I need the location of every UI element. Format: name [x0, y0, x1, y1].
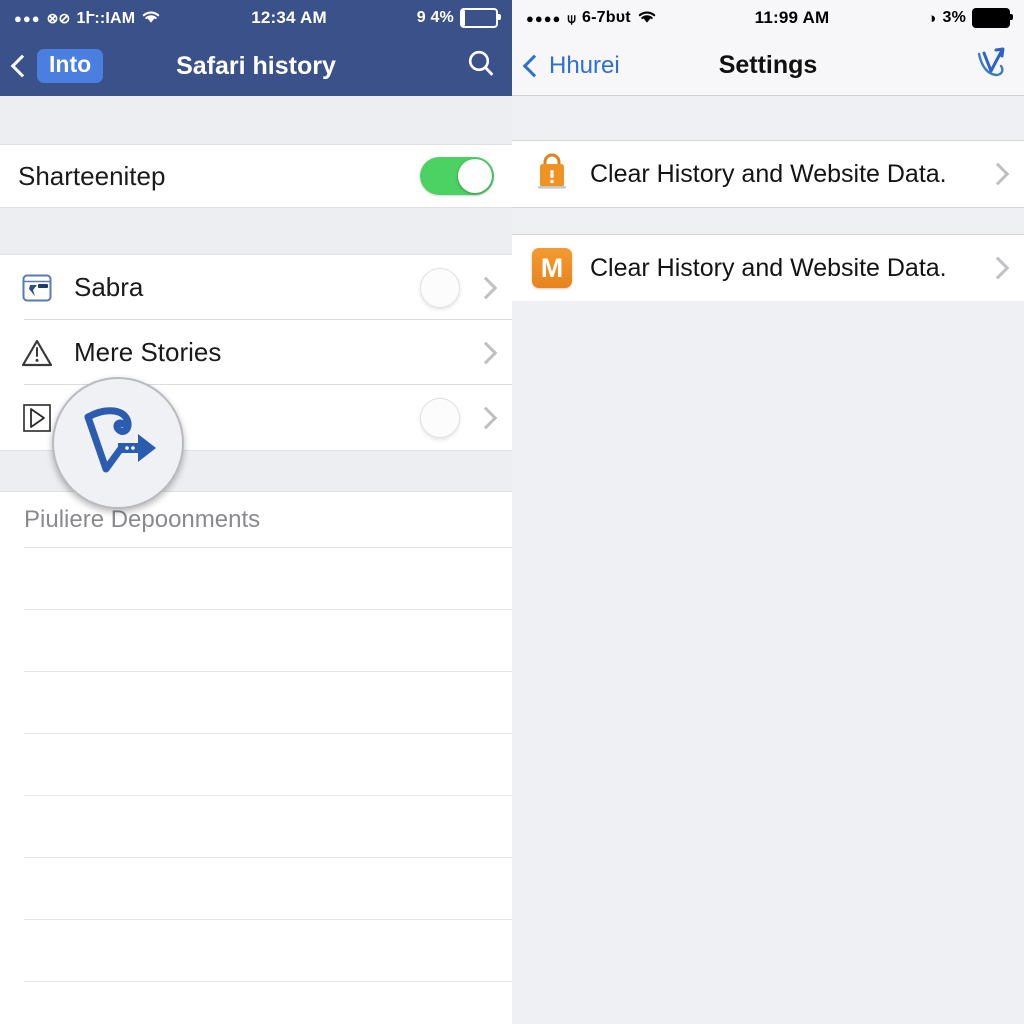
left-nav-bar: Into Safari history [0, 36, 512, 96]
magnifier-bubble-share [52, 377, 184, 509]
alarm-icon: ◑ [927, 9, 937, 27]
left-status-time: 12:34 AM [251, 8, 327, 27]
radio-circle-control[interactable] [420, 267, 460, 308]
carrier-symbol-icon: ⊗⊘ [46, 9, 71, 26]
list-item-label: Clear History and Website Data. [590, 159, 947, 188]
toggle-knob [458, 159, 492, 193]
list-item-accessories [986, 162, 1010, 186]
section-gap-mid [0, 207, 512, 255]
list-item[interactable]: Clear History and Website Data. [512, 141, 1024, 207]
right-section-gap-mid [512, 207, 1024, 235]
signal-dots-icon: ●●●● [526, 10, 562, 26]
left-status-left: ●●● ⊗⊘ 1Ւ::IAM [14, 8, 161, 28]
chevron-left-icon [10, 54, 34, 78]
carrier-label: 1Ւ::IAM [76, 10, 136, 27]
empty-list-row[interactable] [0, 858, 512, 920]
list-item-accessories [420, 267, 498, 308]
right-section-gap-top [512, 96, 1024, 141]
wifi-icon [141, 9, 161, 28]
dual-phone-screenshot: ●●● ⊗⊘ 1Ւ::IAM 12:34 AM 9 4% Into Safari… [0, 0, 1024, 1024]
mail-m-icon: M [532, 248, 572, 288]
battery-percent-label: 9 4% [416, 9, 454, 26]
back-button[interactable]: Into [10, 49, 104, 83]
list-item-accessories [420, 397, 498, 438]
back-button-label: Into [37, 49, 104, 83]
search-icon [464, 47, 498, 86]
list-item-label: Mere Stories [74, 337, 222, 367]
list-item-accessories [986, 256, 1010, 280]
chevron-right-icon [986, 256, 1010, 280]
empty-list-row[interactable] [0, 920, 512, 982]
share-check-icon [972, 44, 1010, 87]
section-header: Piuliere Depoonments [0, 492, 512, 548]
signal-dots-icon: ●●● [14, 10, 41, 26]
search-button[interactable] [464, 47, 498, 86]
list-item[interactable]: Sabra [0, 255, 512, 320]
chevron-right-icon [474, 276, 498, 299]
battery-percent-label: 3% [942, 9, 966, 26]
right-empty-area [512, 301, 1024, 925]
right-status-time: 11:99 AM [754, 8, 830, 27]
list-item[interactable]: Mere Stories [0, 320, 512, 385]
right-status-left: ●●●● ⍦ 6-7bᴜt [526, 9, 657, 28]
chevron-right-icon [474, 406, 498, 429]
list-item-accessories [474, 341, 498, 364]
carrier-icon: ⍦ [567, 9, 577, 26]
list-item-label: Sabra [74, 272, 144, 302]
warning-triangle-icon [18, 336, 56, 370]
empty-list-row[interactable] [0, 734, 512, 796]
wifi-icon [637, 9, 657, 28]
row-share-toggle[interactable]: Sharteenitep [0, 145, 512, 207]
list-item[interactable]: M Clear History and Website Data. [512, 235, 1024, 301]
empty-list-row[interactable] [0, 796, 512, 858]
share-check-button[interactable] [972, 44, 1010, 87]
empty-list-row[interactable] [0, 548, 512, 610]
share-toggle-switch[interactable] [420, 157, 494, 195]
lock-bag-icon [532, 151, 572, 198]
right-status-bar: ●●●● ⍦ 6-7bᴜt 11:99 AM ◑ 3% [512, 0, 1024, 36]
empty-rows-container [0, 548, 512, 1024]
list-item-label: Clear History and Website Data. [590, 253, 947, 282]
cursor-arrow-icon [18, 401, 56, 435]
empty-list-row[interactable] [0, 610, 512, 672]
left-status-right: 9 4% [416, 8, 501, 28]
left-status-bar: ●●● ⊗⊘ 1Ւ::IAM 12:34 AM 9 4% [0, 0, 512, 36]
bookmark-window-icon [18, 271, 56, 305]
section-gap-top [0, 96, 512, 145]
empty-list-row[interactable] [0, 672, 512, 734]
chevron-right-icon [986, 162, 1010, 186]
carrier-label: 6-7bᴜt [582, 9, 631, 26]
back-button[interactable]: Hhurei [522, 51, 620, 80]
battery-icon [972, 8, 1013, 28]
chevron-right-icon [474, 341, 498, 364]
chevron-left-icon [522, 54, 546, 77]
right-phone-panel: ●●●● ⍦ 6-7bᴜt 11:99 AM ◑ 3% Hhurei Setti… [512, 0, 1024, 1024]
row-share-toggle-label: Sharteenitep [18, 160, 166, 191]
battery-icon [460, 8, 501, 28]
back-button-label: Hhurei [549, 51, 620, 79]
left-phone-panel: ●●● ⊗⊘ 1Ւ::IAM 12:34 AM 9 4% Into Safari… [0, 0, 512, 1024]
right-nav-bar: Hhurei Settings [512, 36, 1024, 96]
share-arrow-icon [72, 401, 164, 486]
empty-list-row[interactable] [0, 982, 512, 1024]
radio-circle-control[interactable] [420, 397, 460, 438]
right-status-right: ◑ 3% [927, 8, 1013, 28]
